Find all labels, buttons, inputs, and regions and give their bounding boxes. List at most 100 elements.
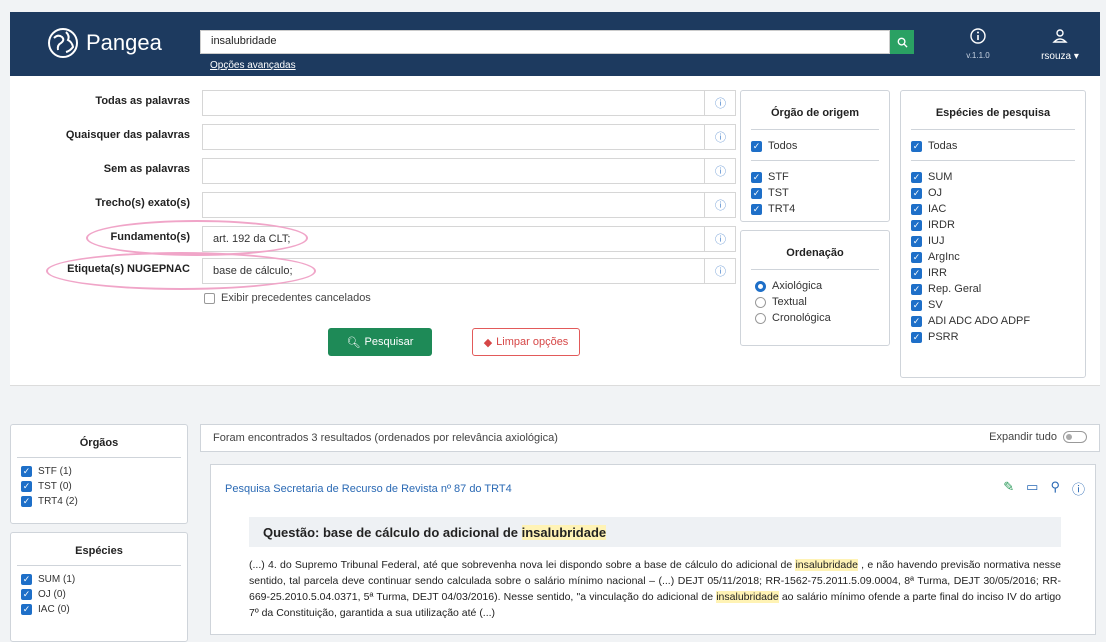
help-icon[interactable]: ⓘ [1072,479,1085,498]
checkbox-icon [204,292,215,304]
annotation-ellipse [86,220,308,256]
clear-options-button[interactable]: ◆ Limpar opções [472,328,580,356]
info-icon[interactable]: ⓘ [704,90,736,116]
origin-all-checkbox[interactable]: ✓ Todos [751,138,889,154]
species-facet-checkbox[interactable]: ✓ OJ (0) [21,587,187,602]
order-axiological-radio[interactable]: Axiológica [755,278,889,294]
species-item-label: IRDR [928,219,955,231]
organ-facet-checkbox[interactable]: ✓ TST (0) [21,479,187,494]
species-item-checkbox[interactable]: ✓ Rep. Geral [911,281,1085,297]
app-name: Pangea [86,30,162,55]
species-facet-checkbox[interactable]: ✓ SUM (1) [21,572,187,587]
results-summary: Foram encontrados 3 resultados (ordenado… [213,432,558,444]
form-row-without-words: Sem as palavras ⓘ [10,158,736,184]
clear-button-label: Limpar opções [496,336,569,348]
about-button[interactable]: v.1.1.0 [958,28,998,60]
ordering-title: Ordenação [786,247,844,259]
form-row-all-words: Todas as palavras ⓘ [10,90,736,116]
origin-trt4-checkbox[interactable]: ✓ TRT4 [751,201,889,217]
annotation-ellipse [46,252,316,290]
check-icon: ✓ [911,219,922,231]
any-words-input[interactable] [202,124,736,150]
species-item-label: Rep. Geral [928,283,982,295]
main-search-input[interactable]: insalubridade [200,30,890,54]
species-item-label: ArgInc [928,251,960,263]
organ-facet-checkbox[interactable]: ✓ STF (1) [21,464,187,479]
species-item-checkbox[interactable]: ✓ SUM [911,169,1085,185]
result-card: Pesquisa Secretaria de Recurso de Revist… [210,464,1096,635]
result-title-link[interactable]: Pesquisa Secretaria de Recurso de Revist… [225,483,512,495]
species-item-label: PSRR [928,331,959,343]
any-words-label: Quaisquer das palavras [65,129,190,141]
species-item-checkbox[interactable]: ✓ ArgInc [911,249,1085,265]
species-item-checkbox[interactable]: ✓ IRDR [911,217,1085,233]
advanced-options-link[interactable]: Opções avançadas [210,60,296,71]
order-option-label: Cronológica [772,312,831,324]
user-menu[interactable]: rsouza ▾ [1030,28,1090,62]
check-icon: ✓ [21,604,32,615]
species-item-checkbox[interactable]: ✓ OJ [911,185,1085,201]
species-item-label: IRR [928,267,947,279]
info-icon[interactable]: ⓘ [704,192,736,218]
order-option-label: Axiológica [772,280,823,292]
expand-all-toggle[interactable]: Expandir tudo [989,431,1087,443]
exact-phrase-input[interactable] [202,192,736,218]
radio-icon [755,312,766,324]
species-item-checkbox[interactable]: ✓ IAC [911,201,1085,217]
species-all-label: Todas [928,140,958,152]
highlighted-term: insalubridade [716,591,779,603]
exact-phrase-label: Trecho(s) exato(s) [95,197,190,209]
species-item-label: SUM [928,171,953,183]
highlighted-term: insalubridade [795,559,858,571]
origin-title: Órgão de origem [770,107,860,119]
link-icon[interactable]: ⚲ [1050,479,1060,498]
info-icon[interactable]: ⓘ [704,258,736,284]
info-icon [970,28,986,44]
toggle-switch-icon [1063,431,1087,443]
organ-facet-label: STF (1) [38,466,72,477]
clipboard-icon[interactable]: ▭ [1026,479,1038,498]
app-logo[interactable]: Pangea [46,26,162,60]
origin-tst-checkbox[interactable]: ✓ TST [751,185,889,201]
species-item-checkbox[interactable]: ✓ IUJ [911,233,1085,249]
check-icon: ✓ [911,187,922,199]
species-item-label: OJ [928,187,943,199]
order-chronological-radio[interactable]: Cronológica [755,310,889,326]
edit-icon[interactable]: ✎ [1003,479,1014,498]
user-icon [1052,29,1068,43]
check-icon: ✓ [751,187,762,199]
search-submit-button[interactable]: 🔍︎ Pesquisar [328,328,432,356]
check-icon: ✓ [751,140,762,152]
order-textual-radio[interactable]: Textual [755,294,889,310]
question-heading: Questão: base de cálculo do adicional de… [249,517,1061,547]
info-icon[interactable]: ⓘ [704,226,736,252]
check-icon: ✓ [751,171,762,183]
check-icon: ✓ [911,299,922,311]
all-words-input[interactable] [202,90,736,116]
check-icon: ✓ [21,589,32,600]
species-facet-label: IAC (0) [38,604,70,615]
show-cancelled-checkbox[interactable]: Exibir precedentes cancelados [204,292,371,304]
info-icon[interactable]: ⓘ [704,124,736,150]
species-all-checkbox[interactable]: ✓ Todas [911,138,1085,154]
species-item-checkbox[interactable]: ✓ PSRR [911,329,1085,345]
info-icon[interactable]: ⓘ [704,158,736,184]
check-icon: ✓ [911,331,922,343]
search-button[interactable] [890,30,914,54]
organ-facet-checkbox[interactable]: ✓ TRT4 (2) [21,494,187,509]
expand-all-label: Expandir tudo [989,431,1057,443]
show-cancelled-label: Exibir precedentes cancelados [221,292,371,304]
species-item-label: IAC [928,203,947,215]
origin-item-label: TST [768,187,789,199]
ordering-box: Ordenação Axiológica Textual Cronológica [740,230,890,346]
origin-stf-checkbox[interactable]: ✓ STF [751,169,889,185]
check-icon: ✓ [21,466,32,477]
origin-all-label: Todos [768,140,798,152]
species-item-checkbox[interactable]: ✓ SV [911,297,1085,313]
species-item-checkbox[interactable]: ✓ IRR [911,265,1085,281]
results-header: Foram encontrados 3 resultados (ordenado… [200,424,1100,452]
without-words-input[interactable] [202,158,736,184]
check-icon: ✓ [751,203,762,215]
species-facet-checkbox[interactable]: ✓ IAC (0) [21,602,187,617]
species-item-checkbox[interactable]: ✓ ADI ADC ADO ADPF [911,313,1085,329]
